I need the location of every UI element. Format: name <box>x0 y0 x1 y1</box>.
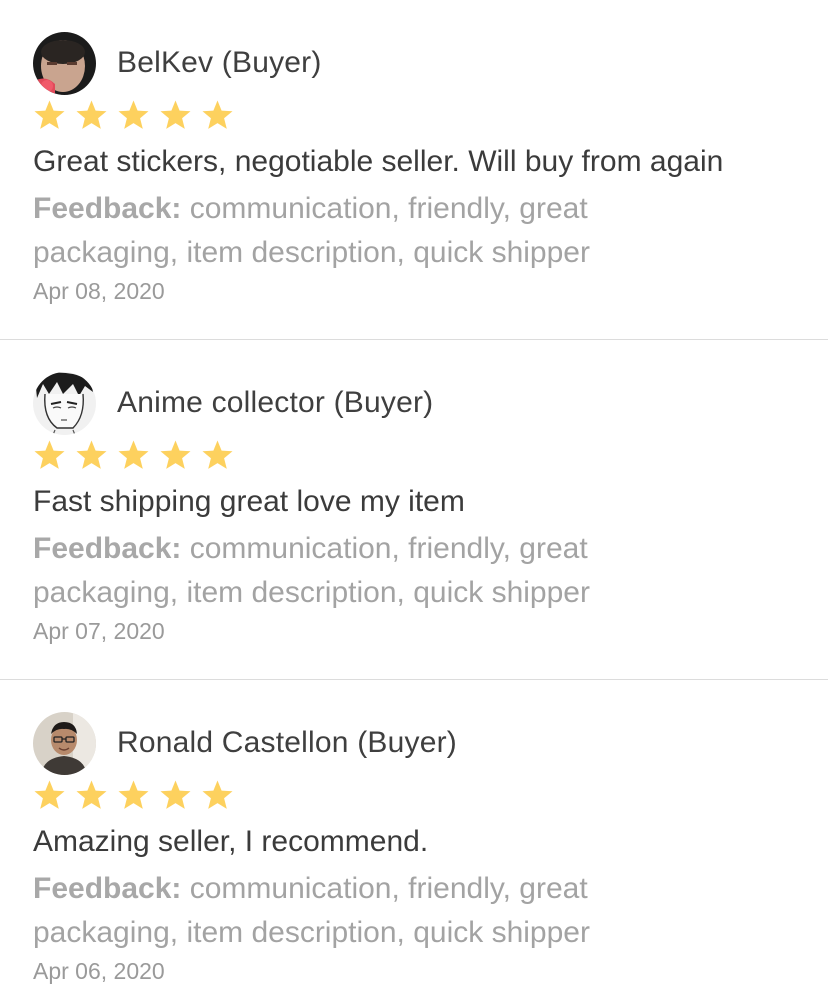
star-rating <box>33 779 234 812</box>
review-feedback: Feedback: communication, friendly, great… <box>33 867 673 955</box>
star-rating <box>33 439 234 472</box>
review-date: Apr 07, 2020 <box>33 618 165 644</box>
reviewer-name[interactable]: Ronald Castellon (Buyer) <box>117 726 457 760</box>
review-comment: Amazing seller, I recommend. <box>33 825 429 858</box>
review-comment: Fast shipping great love my item <box>33 485 465 518</box>
review-item: Anime collector (Buyer) Fast shipping gr… <box>0 340 828 680</box>
review-date: Apr 08, 2020 <box>33 278 165 304</box>
star-filled-icon <box>75 99 108 132</box>
reviewer-avatar[interactable] <box>33 711 96 775</box>
review-item: BelKev (Buyer) Great stickers, negotiabl… <box>0 0 828 340</box>
star-rating <box>33 99 234 132</box>
reviewer-name[interactable]: BelKev (Buyer) <box>117 46 322 80</box>
review-feedback: Feedback: communication, friendly, great… <box>33 527 673 615</box>
review-header: Ronald Castellon (Buyer) <box>33 711 457 775</box>
review-comment: Great stickers, negotiable seller. Will … <box>33 145 724 178</box>
reviews-list: BelKev (Buyer) Great stickers, negotiabl… <box>0 0 828 1003</box>
star-filled-icon <box>159 779 192 812</box>
star-filled-icon <box>33 99 66 132</box>
star-filled-icon <box>201 99 234 132</box>
star-filled-icon <box>33 779 66 812</box>
review-item: Ronald Castellon (Buyer) Amazing seller,… <box>0 680 828 1003</box>
reviewer-avatar[interactable] <box>33 31 96 95</box>
star-filled-icon <box>159 439 192 472</box>
star-filled-icon <box>117 779 150 812</box>
reviewer-avatar[interactable] <box>33 371 96 435</box>
review-header: BelKev (Buyer) <box>33 31 322 95</box>
feedback-label: Feedback: <box>33 872 182 905</box>
star-filled-icon <box>201 779 234 812</box>
review-header: Anime collector (Buyer) <box>33 371 433 435</box>
star-filled-icon <box>117 99 150 132</box>
star-filled-icon <box>201 439 234 472</box>
feedback-label: Feedback: <box>33 532 182 565</box>
star-filled-icon <box>75 779 108 812</box>
star-filled-icon <box>117 439 150 472</box>
review-feedback: Feedback: communication, friendly, great… <box>33 187 673 275</box>
star-filled-icon <box>33 439 66 472</box>
review-date: Apr 06, 2020 <box>33 958 165 984</box>
feedback-label: Feedback: <box>33 192 182 225</box>
star-filled-icon <box>159 99 192 132</box>
star-filled-icon <box>75 439 108 472</box>
reviewer-name[interactable]: Anime collector (Buyer) <box>117 386 433 420</box>
